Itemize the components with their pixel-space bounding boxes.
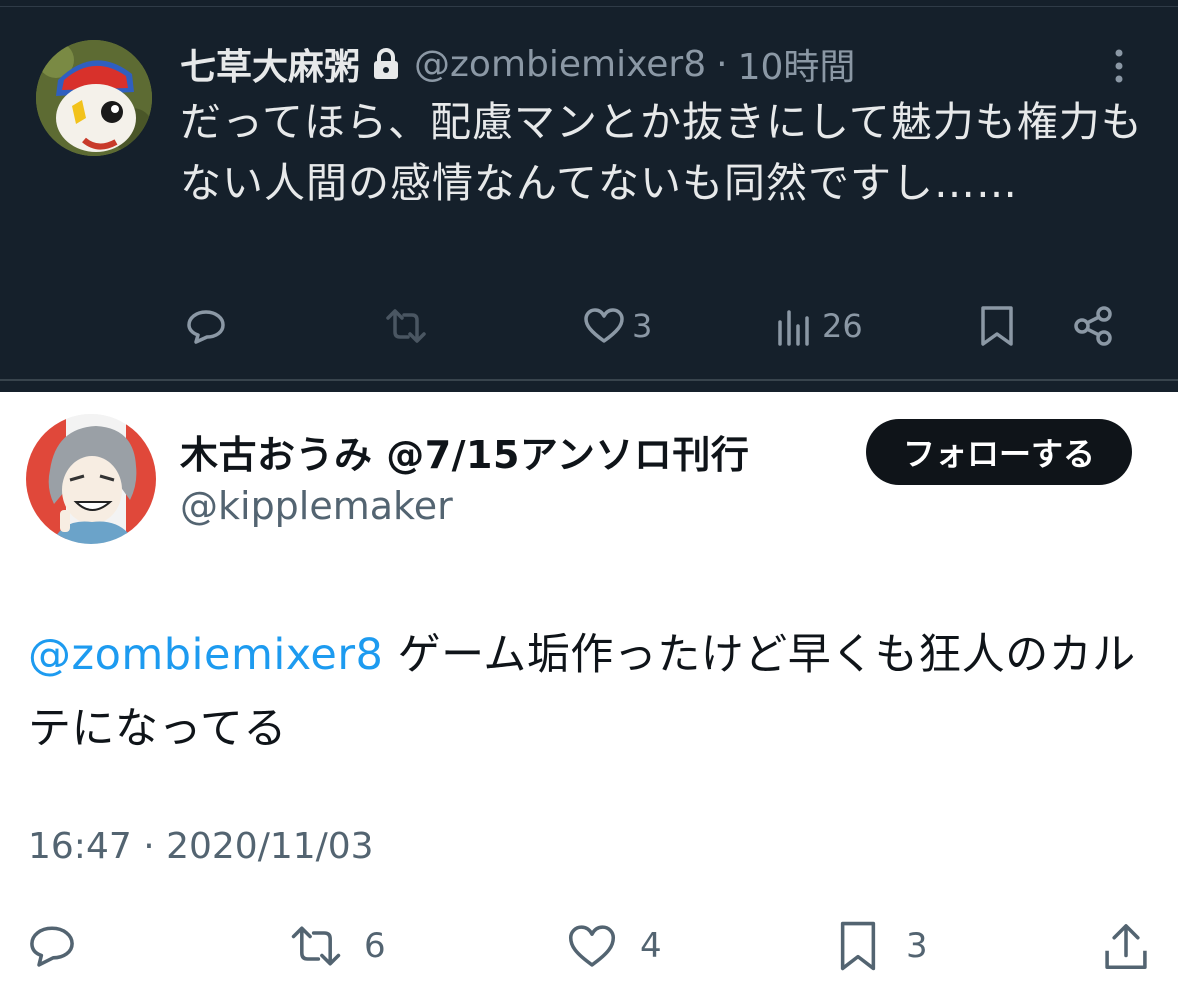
like-icon	[584, 308, 624, 343]
separator-dot: ·	[716, 43, 728, 85]
timestamp[interactable]: 10時間	[738, 38, 856, 90]
timestamp[interactable]: 16:47 · 2020/11/03	[28, 826, 374, 867]
tweet-header: 七草大麻粥 @zombiemixer8 · 10時間	[180, 38, 855, 90]
tweet-text: @zombiemixer8 ゲーム垢作ったけど早くも狂人のカルテになってる	[28, 618, 1158, 766]
share-icon	[1074, 306, 1112, 346]
bookmark-button[interactable]	[975, 296, 1019, 356]
bookmark-button[interactable]: 3	[832, 916, 928, 976]
display-name[interactable]: 木古おうみ @7/15アンソロ刊行	[180, 424, 749, 479]
display-name[interactable]: 七草大麻粥	[180, 38, 360, 90]
like-icon	[568, 925, 616, 967]
bookmark-count: 3	[906, 926, 928, 966]
views-icon	[778, 310, 809, 346]
reply-button[interactable]	[26, 916, 78, 976]
lock-icon	[374, 48, 399, 79]
reply-button[interactable]	[184, 296, 234, 356]
upload-share-icon	[1105, 924, 1147, 970]
tweet-text: だってほら、配慮マンとか抜きにして魅力も権力もない人間の感情なんてないも同然です…	[180, 98, 1143, 207]
tweet-actions: 6 4 3	[0, 916, 1178, 976]
reply-icon	[187, 310, 225, 344]
bookmark-icon	[981, 306, 1013, 346]
avatar[interactable]	[36, 40, 152, 156]
retweet-button[interactable]: 6	[290, 916, 386, 976]
share-button[interactable]	[1100, 916, 1152, 976]
more-vertical-icon[interactable]	[1112, 48, 1126, 84]
tweet-actions: 3 26	[0, 296, 1178, 356]
share-button[interactable]	[1072, 296, 1116, 356]
user-handle[interactable]: @kipplemaker	[180, 484, 453, 528]
follow-button[interactable]: フォローする	[866, 419, 1132, 485]
retweet-button[interactable]	[384, 296, 434, 356]
like-count: 3	[632, 307, 653, 345]
reply-icon	[30, 926, 74, 967]
like-button[interactable]: 3	[582, 296, 652, 356]
views-count: 26	[822, 307, 863, 345]
mention-link[interactable]: @zombiemixer8	[28, 630, 383, 680]
bookmark-icon	[840, 921, 876, 971]
divider	[0, 6, 1178, 7]
like-count: 4	[640, 926, 662, 966]
divider	[0, 379, 1178, 381]
views-button[interactable]: 26	[772, 296, 863, 356]
like-button[interactable]: 4	[566, 916, 662, 976]
retweet-icon	[291, 926, 341, 966]
retweet-icon	[386, 309, 426, 343]
user-handle[interactable]: @zombiemixer8	[414, 44, 706, 85]
avatar[interactable]	[26, 414, 156, 544]
dark-tweet: 七草大麻粥 @zombiemixer8 · 10時間 だってほら、配慮マンとか抜…	[0, 0, 1178, 392]
retweet-count: 6	[364, 926, 386, 966]
